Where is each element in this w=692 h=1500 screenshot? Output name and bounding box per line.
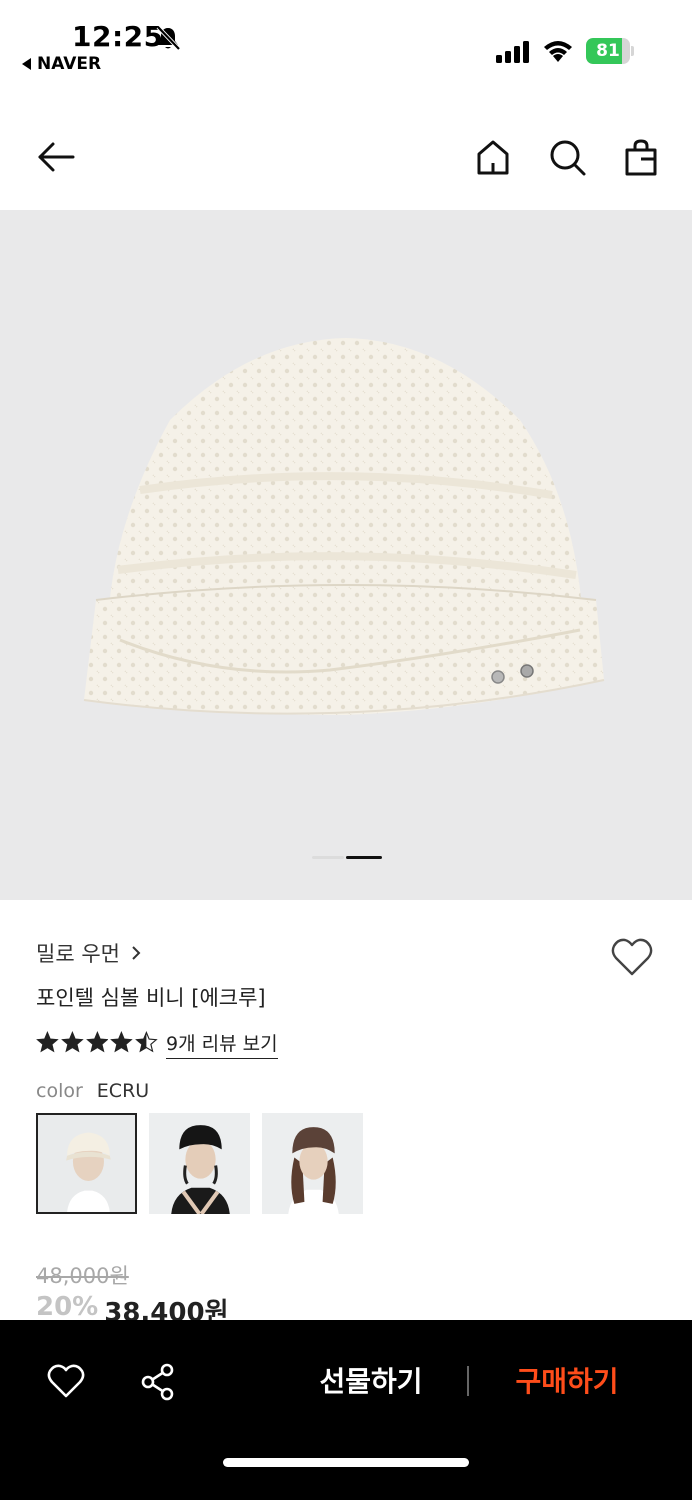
buy-button[interactable]: 구매하기 xyxy=(494,1360,640,1404)
swatch-ecru[interactable] xyxy=(36,1113,137,1214)
color-swatches xyxy=(36,1113,363,1214)
status-time: 12:25 xyxy=(72,20,164,53)
top-nav-bar xyxy=(0,110,692,205)
battery-percent: 81 xyxy=(596,41,620,61)
home-button[interactable] xyxy=(470,134,516,180)
search-button[interactable] xyxy=(544,134,590,180)
color-value: ECRU xyxy=(96,1080,150,1102)
back-app-label: NAVER xyxy=(37,54,102,74)
home-icon xyxy=(477,140,509,175)
color-row: color ECRU xyxy=(36,1080,149,1102)
swatch-brown[interactable] xyxy=(262,1113,363,1214)
signal-icon xyxy=(496,41,529,63)
star-icon xyxy=(110,1031,134,1053)
back-triangle-icon xyxy=(22,58,31,70)
cart-button[interactable] xyxy=(618,134,664,180)
original-price: 48,000원 xyxy=(36,1264,129,1288)
back-button[interactable] xyxy=(32,134,78,180)
product-title: 포인텔 심볼 비니 [에크루] xyxy=(36,986,266,1010)
color-label: color xyxy=(36,1080,83,1102)
product-photo-beanie xyxy=(83,338,605,715)
back-arrow-icon xyxy=(38,142,75,172)
wishlist-heart-icon[interactable] xyxy=(610,936,654,980)
share-icon[interactable] xyxy=(138,1362,178,1402)
heart-icon[interactable] xyxy=(46,1362,86,1402)
star-icon xyxy=(36,1031,59,1053)
status-bar: 12:25 NAVER 81 xyxy=(0,0,692,90)
model-photo-black xyxy=(149,1113,250,1214)
pager-dot-2-active[interactable] xyxy=(346,856,382,859)
battery-charging-icon: 81 xyxy=(586,38,634,64)
wifi-icon xyxy=(544,41,572,62)
shopping-bag-icon xyxy=(625,139,657,176)
image-pager xyxy=(312,856,382,860)
rating-row: 9개 리뷰 보기 xyxy=(36,1028,278,1060)
chevron-right-icon xyxy=(132,946,141,960)
model-photo-brown xyxy=(262,1113,363,1214)
brand-link[interactable]: 밀로 우먼 xyxy=(36,938,142,968)
bell-slash-icon xyxy=(156,25,181,51)
star-icon xyxy=(135,1031,158,1053)
bottom-action-bar: 선물하기 구매하기 xyxy=(0,1320,692,1500)
model-photo-ecru xyxy=(38,1115,135,1212)
star-icon xyxy=(85,1031,109,1053)
search-icon xyxy=(550,140,586,176)
divider xyxy=(467,1366,469,1396)
star-rating xyxy=(36,1031,158,1057)
pager-dot-1[interactable] xyxy=(312,856,344,859)
back-to-app-button[interactable]: NAVER xyxy=(22,54,101,74)
brand-name: 밀로 우먼 xyxy=(36,942,120,966)
home-indicator[interactable] xyxy=(223,1458,469,1467)
gift-button[interactable]: 선물하기 xyxy=(296,1360,446,1404)
swatch-black[interactable] xyxy=(149,1113,250,1214)
product-image-gallery[interactable] xyxy=(0,210,692,900)
star-icon xyxy=(60,1031,84,1053)
review-link[interactable]: 9개 리뷰 보기 xyxy=(166,1029,278,1059)
